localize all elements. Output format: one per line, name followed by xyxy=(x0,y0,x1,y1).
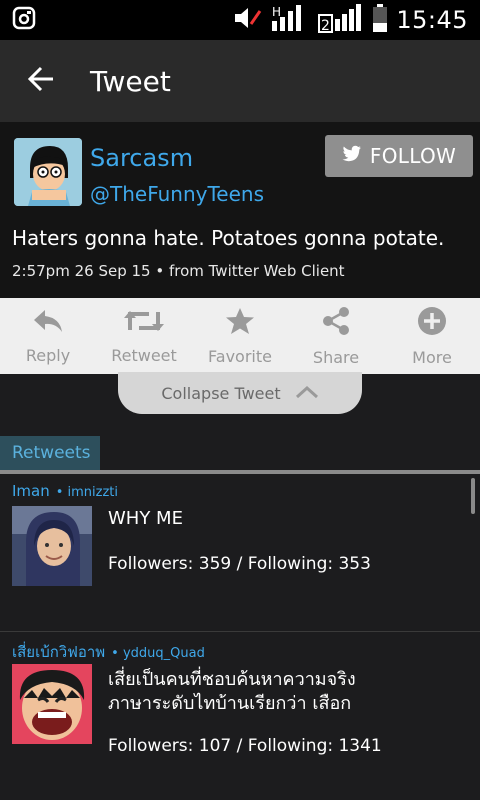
retweeter-header: Iman • imnizzti xyxy=(12,482,118,500)
retweeter-name[interactable]: Iman xyxy=(12,482,50,500)
tweet-actions: Reply Retweet Favorite Share More xyxy=(0,298,480,374)
follower-stats: Followers: 107 / Following: 1341 xyxy=(108,736,382,756)
retweeter-name[interactable]: เสี่ยเบ้กวิฟอาพ xyxy=(12,643,105,661)
signal-h-icon: H xyxy=(270,3,310,37)
follower-stats: Followers: 359 / Following: 353 xyxy=(108,554,371,574)
action-bar: Tweet xyxy=(0,40,480,122)
tweet-detail: Sarcasm @TheFunnyTeens FOLLOW Haters gon… xyxy=(0,122,480,298)
back-button[interactable] xyxy=(0,40,82,122)
reply-label: Reply xyxy=(25,345,71,365)
retweet-icon xyxy=(123,308,165,338)
status-time: 15:45 xyxy=(396,6,468,34)
plus-circle-icon xyxy=(417,306,447,340)
list-item[interactable]: เสี่ยเบ้กวิฟอาพ • ydduq_Quad เสี่ยเป็นคนท… xyxy=(0,632,480,800)
tweet-meta: 2:57pm 26 Sep 15 • from Twitter Web Clie… xyxy=(12,262,345,280)
retweeter-header: เสี่ยเบ้กวิฟอาพ • ydduq_Quad xyxy=(12,640,205,664)
signal-2-icon: 2 xyxy=(318,3,364,37)
reply-icon xyxy=(32,308,64,338)
svg-text:2: 2 xyxy=(321,18,330,33)
avatar[interactable] xyxy=(12,506,92,586)
retweet-button[interactable]: Retweet xyxy=(96,298,192,374)
retweet-text: WHY ME xyxy=(108,508,183,529)
status-bar: H 2 15:45 xyxy=(0,0,480,40)
author-avatar[interactable] xyxy=(14,138,82,206)
instagram-icon xyxy=(12,6,36,34)
page-title: Tweet xyxy=(90,64,171,98)
retweet-label: Retweet xyxy=(111,345,177,365)
follow-button[interactable]: FOLLOW xyxy=(325,135,473,177)
tab-retweets[interactable]: Retweets xyxy=(0,436,100,470)
retweet-text-line2: ภาษาระดับไทบ้านเรียกว่า เสือก xyxy=(108,693,352,714)
share-button[interactable]: Share xyxy=(288,298,384,374)
collapse-label: Collapse Tweet xyxy=(161,383,281,403)
more-button[interactable]: More xyxy=(384,298,480,374)
retweeter-handle[interactable]: • imnizzti xyxy=(56,485,118,500)
favorite-label: Favorite xyxy=(208,346,272,366)
back-arrow-icon xyxy=(27,66,55,96)
svg-text:H: H xyxy=(272,5,281,19)
favorite-button[interactable]: Favorite xyxy=(192,298,288,374)
chevron-up-icon xyxy=(295,384,319,403)
retweeter-handle[interactable]: • ydduq_Quad xyxy=(111,646,205,661)
twitter-bird-icon xyxy=(342,144,362,168)
share-icon xyxy=(321,306,351,340)
reply-button[interactable]: Reply xyxy=(0,298,96,374)
more-label: More xyxy=(412,347,452,367)
star-icon xyxy=(225,307,255,339)
author-handle[interactable]: @TheFunnyTeens xyxy=(90,182,264,206)
follow-label: FOLLOW xyxy=(369,144,457,168)
collapse-tweet-button[interactable]: Collapse Tweet xyxy=(118,372,362,414)
tweet-text: Haters gonna hate. Potatoes gonna potate… xyxy=(12,226,445,250)
volume-muted-icon xyxy=(232,5,262,35)
share-label: Share xyxy=(312,347,360,367)
author-name[interactable]: Sarcasm xyxy=(90,144,193,172)
list-item[interactable]: Iman • imnizzti WHY ME Followers: 359 / F… xyxy=(0,474,480,632)
avatar[interactable] xyxy=(12,664,92,744)
battery-icon xyxy=(372,3,388,37)
